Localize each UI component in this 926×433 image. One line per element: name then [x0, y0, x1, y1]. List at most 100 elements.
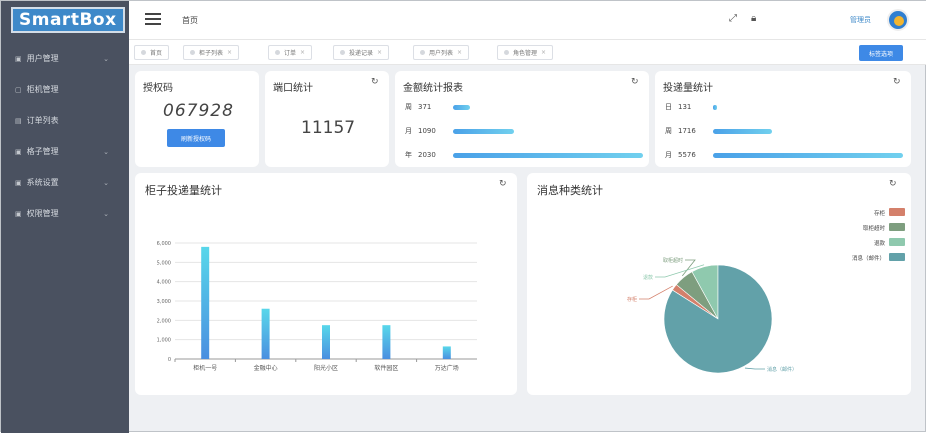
tab-home[interactable]: 首页: [134, 45, 170, 60]
pie-leader-line: [639, 285, 673, 300]
close-icon[interactable]: ×: [227, 49, 232, 56]
tab-user-list[interactable]: 用户列表 ×: [413, 45, 470, 60]
close-icon[interactable]: ×: [457, 49, 462, 56]
legend-swatch: [889, 253, 905, 261]
stat-row-week: 周 1716: [665, 125, 772, 137]
tab-label: 订单: [284, 50, 297, 57]
tab-dot-icon: [190, 50, 195, 55]
bar-chart-card: 柜子投递量统计 ↻ 0 1,000 2,000 3,000 4,000 5,000 6,00…: [135, 173, 517, 395]
pie-slice-label: 取柜超时: [663, 257, 683, 264]
stat-bar: [453, 152, 643, 158]
amount-stats-card: 金额统计报表 ↻ 周 371 月 1090 年 2030: [395, 71, 649, 167]
refresh-icon[interactable]: ↻: [893, 77, 901, 87]
logo: SmartBox: [1, 1, 129, 39]
stat-row-day: 日 131: [665, 101, 717, 113]
stat-label: 周: [665, 127, 672, 135]
menu-icon: ▢: [15, 85, 22, 94]
menu-icon: ▣: [15, 147, 22, 156]
close-icon[interactable]: ×: [541, 49, 546, 56]
tab-label: 投递记录: [349, 50, 374, 57]
legend-swatch: [889, 223, 905, 231]
legend-swatch: [889, 208, 905, 216]
delivery-stats-card: 投递量统计 ↻ 日 131 周 1716 月 5576: [655, 71, 911, 167]
pie-chart-card: 消息种类统计 ↻ 存柜 取柜超时 退款 消息（邮件） 存柜 取柜超时 退款 消息（邮件）: [527, 173, 911, 395]
sidebar-item-orders[interactable]: ▤ 订单列表: [1, 105, 129, 136]
x-tick-label: 阳光小区: [314, 364, 338, 372]
stat-bar: [453, 104, 470, 110]
port-count-value: 11157: [301, 118, 356, 138]
pie-slice-label: 退款: [643, 274, 653, 281]
stat-row-month: 月 5576: [665, 149, 903, 161]
sidebar-item-label: 权限管理: [26, 209, 59, 218]
refresh-icon[interactable]: ↻: [371, 77, 379, 87]
pie-slice-label: 消息（邮件）: [767, 366, 797, 373]
bar: [201, 246, 210, 359]
legend-label: 退款: [874, 239, 886, 247]
tab-dot-icon: [275, 50, 280, 55]
lock-icon[interactable]: 🔒︎: [751, 13, 756, 24]
stat-label: 日: [665, 103, 672, 111]
x-tick-label: 金融中心: [254, 364, 278, 372]
legend-label: 存柜: [874, 209, 886, 217]
bar: [322, 325, 330, 359]
menu-icon: ▣: [15, 209, 22, 218]
sidebar-item-label: 格子管理: [26, 147, 59, 156]
x-tick-label: 软件园区: [374, 364, 398, 372]
chevron-down-icon: ⌄: [103, 54, 109, 63]
username[interactable]: 管理员: [850, 15, 871, 25]
tab-dot-icon: [141, 50, 146, 55]
sidebar-item-users[interactable]: ▣ 用户管理 ⌄: [1, 43, 129, 74]
refresh-auth-button[interactable]: 刷新授权码: [167, 129, 225, 147]
top-header: 首页 ⤢ 🔒︎ 管理员: [129, 1, 926, 39]
stat-bar: [713, 104, 717, 110]
auth-code-value: 067928: [163, 101, 234, 121]
hamburger-icon[interactable]: [145, 13, 161, 25]
stat-label: 周: [405, 103, 412, 111]
close-icon[interactable]: ×: [300, 49, 305, 56]
stat-value: 371: [418, 103, 432, 111]
stat-label: 月: [405, 127, 412, 135]
tab-role-management[interactable]: 角色管理 ×: [497, 45, 554, 60]
chevron-down-icon: ⌄: [103, 178, 109, 187]
stat-row-year: 年 2030: [405, 149, 643, 161]
fullscreen-icon[interactable]: ⤢: [729, 13, 737, 24]
breadcrumb: 首页: [182, 16, 198, 25]
sidebar-item-label: 系统设置: [26, 178, 59, 187]
tab-cabinet-list[interactable]: 柜子列表 ×: [183, 45, 240, 60]
stat-bar: [453, 128, 514, 134]
sidebar-item-cabinets[interactable]: ▢ 柜机管理: [1, 74, 129, 105]
bar-chart: 0 1,000 2,000 3,000 4,000 5,000 6,000 柜机一号 金融中心 阳…: [157, 241, 477, 372]
menu-icon: ▣: [15, 178, 22, 187]
refresh-icon[interactable]: ↻: [631, 77, 639, 87]
legend-swatch: [889, 238, 905, 246]
tab-dot-icon: [420, 50, 425, 55]
x-tick-label: 万达广场: [435, 364, 459, 372]
tab-orders[interactable]: 订单 ×: [268, 45, 313, 60]
sidebar-item-settings[interactable]: ▣ 系统设置 ⌄: [1, 167, 129, 198]
stat-value: 1090: [418, 127, 436, 135]
y-tick-label: 1,000: [157, 338, 171, 344]
stat-value: 5576: [678, 151, 696, 159]
sidebar-item-permissions[interactable]: ▣ 权限管理 ⌄: [1, 198, 129, 229]
logo-text: SmartBox: [11, 7, 125, 33]
legend-label: 取柜超时: [863, 224, 886, 232]
sidebar-item-boxes[interactable]: ▣ 格子管理 ⌄: [1, 136, 129, 167]
avatar[interactable]: [887, 9, 909, 31]
x-tick-label: 柜机一号: [193, 364, 217, 372]
card-title: 投递量统计: [663, 83, 713, 94]
close-icon[interactable]: ×: [377, 49, 382, 56]
card-title: 金额统计报表: [403, 83, 463, 94]
legend-label: 消息（邮件）: [852, 254, 885, 262]
tab-delivery-records[interactable]: 投递记录 ×: [333, 45, 390, 60]
tab-bar: 首页 柜子列表 × 订单 × 投递记录 × 用户列表 × 角色管理 × 标签选项: [129, 39, 926, 65]
tab-options-button[interactable]: 标签选项: [859, 45, 903, 61]
tab-dot-icon: [504, 50, 509, 55]
chevron-down-icon: ⌄: [103, 209, 109, 218]
pie-slice-label: 存柜: [627, 296, 637, 303]
bar: [382, 325, 391, 359]
card-title: 端口统计: [273, 83, 313, 94]
sidebar-item-label: 订单列表: [26, 116, 59, 125]
stat-bar: [713, 152, 903, 158]
tab-label: 角色管理: [513, 50, 538, 57]
sidebar: SmartBox ▣ 用户管理 ⌄ ▢ 柜机管理 ▤ 订单列表 ▣ 格子管理 ⌄…: [1, 1, 129, 433]
